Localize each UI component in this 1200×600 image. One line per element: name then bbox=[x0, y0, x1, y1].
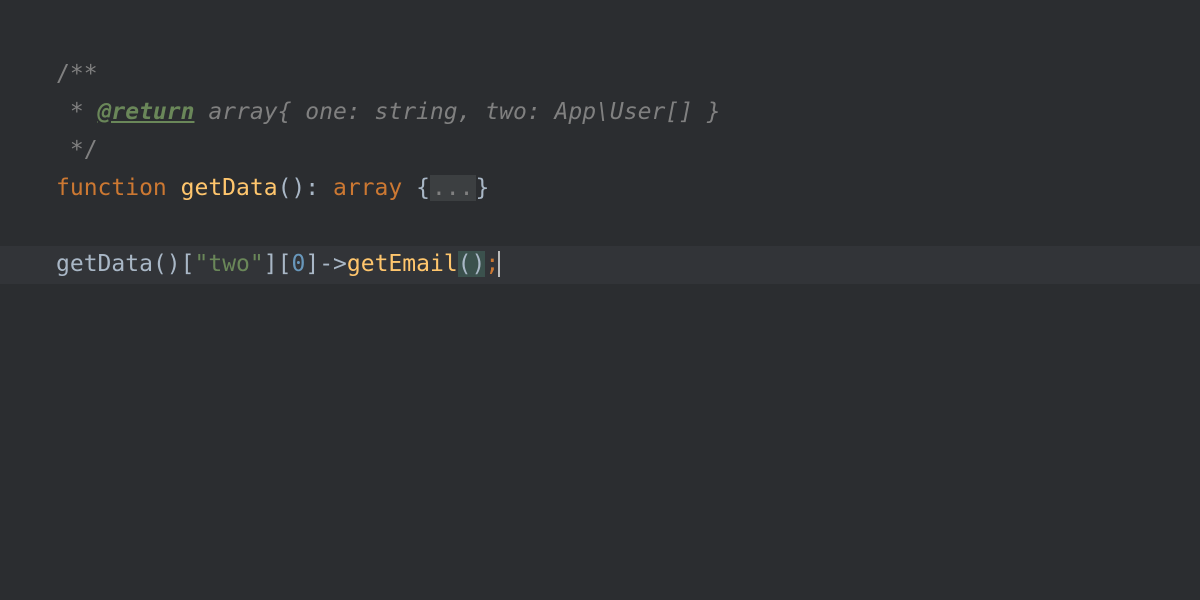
brace-open: { bbox=[416, 175, 430, 201]
doc-return-tag: @return bbox=[98, 99, 195, 125]
colon: : bbox=[305, 175, 333, 201]
keyword-function: function bbox=[56, 175, 167, 201]
current-line: getData()["two"][0]->getEmail(); bbox=[0, 246, 1200, 284]
bracket-open: [ bbox=[278, 251, 292, 277]
bracket-close: ] bbox=[305, 251, 319, 277]
doc-comment-open: /** bbox=[56, 61, 98, 87]
method-call: getEmail bbox=[347, 251, 458, 277]
function-parens: () bbox=[278, 175, 306, 201]
doc-comment-close: */ bbox=[56, 137, 98, 163]
doc-comment-star: * bbox=[56, 99, 98, 125]
function-name: getData bbox=[181, 175, 278, 201]
text-cursor bbox=[498, 251, 500, 277]
code-editor[interactable]: /** * @return array{ one: string, two: A… bbox=[0, 0, 1200, 284]
space bbox=[167, 175, 181, 201]
call-parens: () bbox=[153, 251, 181, 277]
code-line: /** bbox=[56, 56, 1200, 94]
paren-highlight-open: ( bbox=[458, 251, 472, 277]
string-key: "two" bbox=[195, 251, 264, 277]
space bbox=[402, 175, 416, 201]
index-number: 0 bbox=[291, 251, 305, 277]
return-type: array bbox=[333, 175, 402, 201]
code-line: */ bbox=[56, 132, 1200, 170]
arrow-operator: -> bbox=[319, 251, 347, 277]
code-line: * @return array{ one: string, two: App\U… bbox=[56, 94, 1200, 132]
paren-highlight-close: ) bbox=[472, 251, 486, 277]
semicolon: ; bbox=[485, 251, 499, 277]
call-name: getData bbox=[56, 251, 153, 277]
bracket-open: [ bbox=[181, 251, 195, 277]
code-line: function getData(): array {...} bbox=[56, 170, 1200, 208]
brace-close: } bbox=[476, 175, 490, 201]
bracket-close: ] bbox=[264, 251, 278, 277]
doc-return-text: array{ one: string, two: App\User[] } bbox=[194, 99, 720, 125]
collapsed-fold[interactable]: ... bbox=[430, 175, 476, 201]
